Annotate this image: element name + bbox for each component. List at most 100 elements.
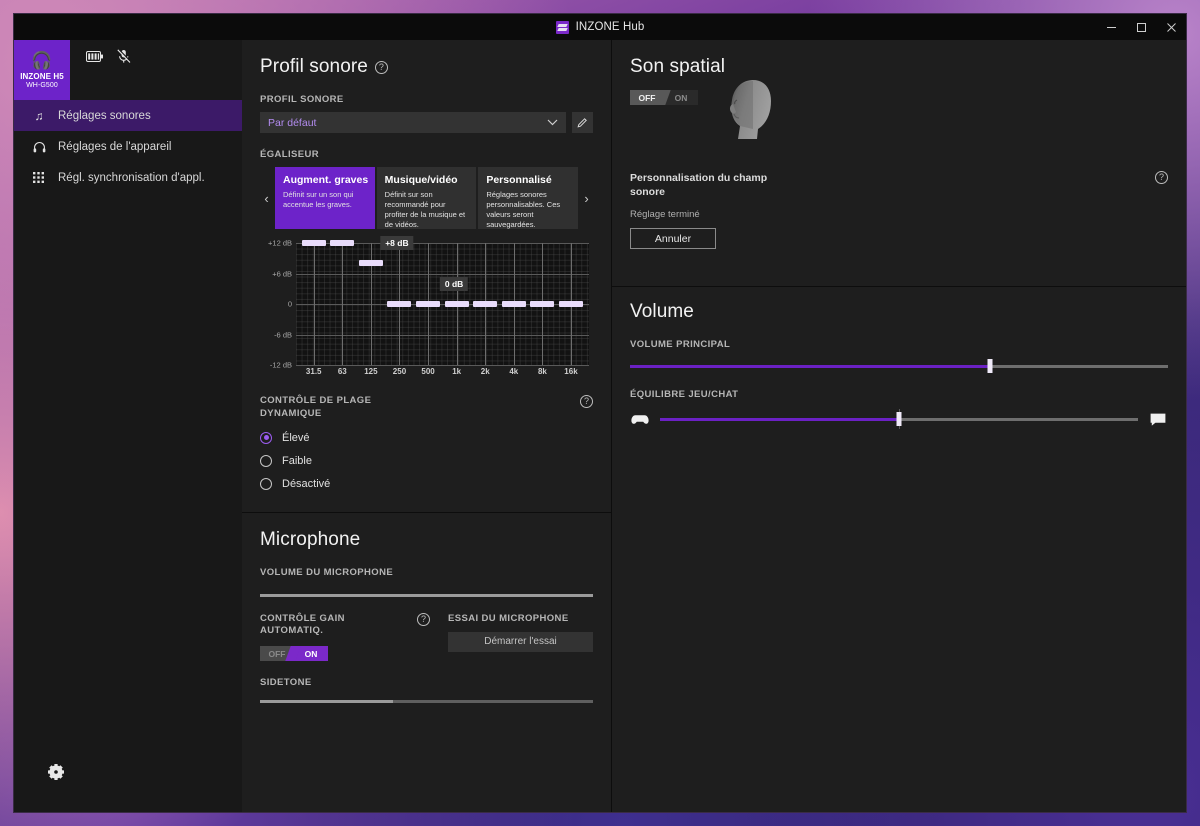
head-3d-model-icon xyxy=(724,76,776,148)
eq-band-axis xyxy=(342,243,344,365)
spatial-custom-label: Personnalisation du champ sonore xyxy=(630,172,768,199)
preset-card-music-video[interactable]: Musique/vidéo Définit sur son recommandé… xyxy=(376,167,477,229)
radio-label: Faible xyxy=(282,454,312,467)
mic-volume-fill xyxy=(260,593,593,597)
sidetone-label: SIDETONE xyxy=(260,677,312,689)
eq-y-tick-label: -12 dB xyxy=(269,360,292,370)
radio-indicator xyxy=(260,477,272,490)
pencil-icon[interactable] xyxy=(572,112,593,133)
spatial-sound-panel: Son spatial OFF ON Personnalisation du c… xyxy=(612,40,1186,286)
music-note-icon: ♫ xyxy=(34,108,44,123)
sidebar-item-sound-settings[interactable]: ♫ Réglages sonores xyxy=(14,100,242,131)
radio-label: Désactivé xyxy=(282,477,331,490)
balance-slider[interactable] xyxy=(660,409,1138,429)
radio-option-off[interactable]: Désactivé xyxy=(260,477,593,490)
eq-band-handle[interactable] xyxy=(358,260,383,267)
dynamic-range-header: CONTRÔLE DE PLAGE DYNAMIQUE ? xyxy=(260,395,593,421)
eq-x-tick-label: 1k xyxy=(452,367,462,376)
mic-volume-slider[interactable] xyxy=(260,593,593,597)
eq-x-tick-label: 8k xyxy=(537,367,547,376)
eq-y-tick-label: +12 dB xyxy=(268,238,292,248)
eq-x-tick-label: 63 xyxy=(337,367,347,376)
sidetone-fill xyxy=(260,700,394,704)
help-icon[interactable]: ? xyxy=(1155,171,1168,184)
title-bar: INZONE Hub xyxy=(14,14,1186,40)
microphone-heading: Microphone xyxy=(260,528,361,550)
right-column: Son spatial OFF ON Personnalisation du c… xyxy=(612,40,1186,812)
eq-x-tick-label: 250 xyxy=(392,367,407,376)
sidebar-item-device-settings[interactable]: Réglages de l'appareil xyxy=(14,131,242,162)
minimize-button[interactable] xyxy=(1096,14,1126,40)
eq-band-handle[interactable] xyxy=(501,301,526,307)
gear-icon[interactable] xyxy=(44,760,68,784)
spatial-sound-heading: Son spatial xyxy=(630,56,726,77)
eq-value-tooltip: +8 dB xyxy=(380,236,414,250)
agc-toggle[interactable]: OFF ON xyxy=(260,646,328,662)
carousel-prev-icon[interactable]: ‹ xyxy=(260,167,273,229)
maximize-button[interactable] xyxy=(1126,14,1156,40)
mic-test-group: ESSAI DU MICROPHONE Démarrer l'essai xyxy=(448,613,593,662)
equalizer-plot-area[interactable]: +8 dB 0 dB xyxy=(296,236,589,366)
preset-card-bass-boost[interactable]: Augment. graves Définit sur un son qui a… xyxy=(275,167,375,229)
window-title: INZONE Hub xyxy=(575,21,645,33)
preset-description: Définit sur un son qui accentue les grav… xyxy=(283,190,354,209)
profile-selector-row: Par défaut xyxy=(260,112,593,133)
balance-label: ÉQUILIBRE JEU/CHAT xyxy=(630,389,739,400)
eq-band-handle[interactable] xyxy=(416,301,441,307)
preset-carousel: ‹ Augment. graves Définit sur un son qui… xyxy=(260,167,593,229)
master-volume-fill xyxy=(630,364,991,368)
eq-band-handle[interactable] xyxy=(444,301,469,307)
headset-icon: 🎧 xyxy=(31,50,53,70)
microphone-muted-icon[interactable] xyxy=(117,48,131,64)
gamepad-icon xyxy=(630,414,650,425)
eq-band-handle[interactable] xyxy=(301,240,326,246)
eq-band-handle[interactable] xyxy=(473,301,498,307)
left-column: Profil sonore ? PROFIL SONORE Par défaut xyxy=(242,40,612,812)
eq-band-handle[interactable] xyxy=(558,301,583,307)
battery-icon[interactable] xyxy=(86,50,103,62)
eq-gridline xyxy=(296,365,589,366)
radio-label: Élevé xyxy=(282,431,310,444)
sound-profile-heading: Profil sonore xyxy=(260,56,368,77)
help-icon[interactable]: ? xyxy=(580,395,593,408)
app-window: INZONE Hub 🎧 INZONE H5 WH-G500 ♫ Réglage… xyxy=(14,14,1186,812)
radio-option-high[interactable]: Élevé xyxy=(260,431,593,444)
carousel-next-icon[interactable]: › xyxy=(580,167,593,229)
help-icon[interactable]: ? xyxy=(417,612,430,626)
start-test-button[interactable]: Démarrer l'essai xyxy=(448,631,593,652)
mic-volume-label: VOLUME DU MICROPHONE xyxy=(260,566,394,578)
inzone-logo-icon xyxy=(555,20,569,34)
profile-dropdown[interactable]: Par défaut xyxy=(260,112,566,133)
balance-thumb[interactable] xyxy=(896,412,902,426)
preset-title: Personnalisé xyxy=(486,174,552,186)
spatial-status-text: Réglage terminé xyxy=(630,209,700,221)
radio-option-low[interactable]: Faible xyxy=(260,454,593,467)
sidetone-slider[interactable] xyxy=(260,700,593,704)
eq-band-handle[interactable] xyxy=(330,240,355,246)
eq-band-handle[interactable] xyxy=(387,301,412,307)
eq-band-handle[interactable] xyxy=(530,301,555,307)
sound-profile-panel: Profil sonore ? PROFIL SONORE Par défaut xyxy=(242,40,611,512)
agc-header: CONTRÔLE GAIN AUTOMATIQ. ? xyxy=(260,612,448,639)
app-grid-icon xyxy=(32,171,46,184)
eq-y-tick-label: -6 dB xyxy=(274,330,292,339)
profile-label: PROFIL SONORE xyxy=(260,94,344,105)
spatial-sound-toggle[interactable]: OFF ON xyxy=(630,90,698,105)
master-volume-slider[interactable] xyxy=(630,359,1168,373)
sidebar-item-app-sync[interactable]: Régl. synchronisation d'appl. xyxy=(14,162,242,193)
preset-card-custom[interactable]: Personnalisé Réglages sonores personnali… xyxy=(478,167,578,229)
device-card[interactable]: 🎧 INZONE H5 WH-G500 xyxy=(14,40,70,100)
window-body: 🎧 INZONE H5 WH-G500 ♫ Réglages sonores R… xyxy=(14,40,1186,812)
spatial-custom-header: Personnalisation du champ sonore ? xyxy=(630,171,1168,199)
cancel-button[interactable]: Annuler xyxy=(630,228,716,250)
help-icon[interactable]: ? xyxy=(374,60,388,74)
master-volume-thumb[interactable] xyxy=(987,359,993,373)
balance-fill xyxy=(660,417,899,421)
eq-y-tick-label: 0 xyxy=(287,299,292,309)
volume-heading: Volume xyxy=(630,301,694,322)
eq-y-tick-label: +6 dB xyxy=(272,269,292,278)
preset-title: Augment. graves xyxy=(283,174,369,186)
device-name: INZONE H5 xyxy=(20,71,64,81)
close-button[interactable] xyxy=(1156,14,1186,40)
equalizer-chart[interactable]: +8 dB 0 dB +12 dB +6 dB 0 -6 dB -12 dB 31.5 63 1… xyxy=(260,236,593,381)
